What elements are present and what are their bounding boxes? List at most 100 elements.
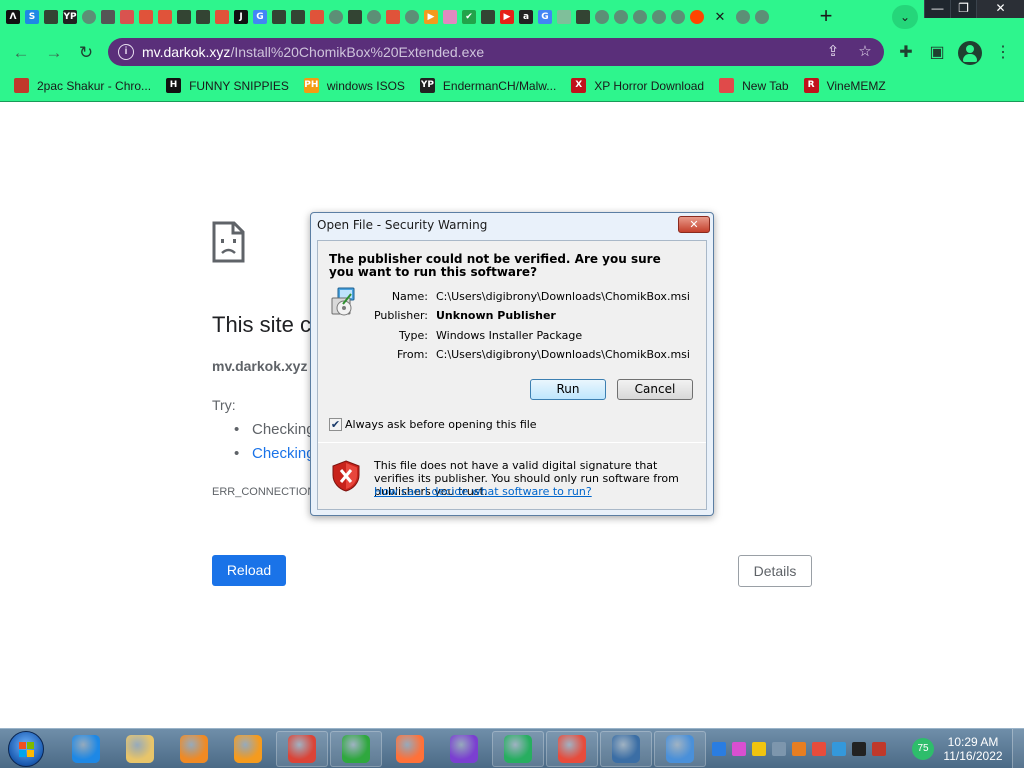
tab[interactable] [384,6,402,28]
bookmark-item[interactable]: H FUNNY SNIPPIES [166,78,289,93]
tab[interactable] [593,6,611,28]
new-tab-icon [719,78,735,93]
start-button[interactable] [8,731,44,767]
tab[interactable] [80,6,98,28]
tab[interactable] [555,6,573,28]
bookmark-item[interactable]: X XP Horror Download [571,78,704,93]
always-ask-checkbox[interactable]: ✔ [329,418,342,431]
share-icon[interactable]: ⇪ [824,43,842,61]
tab[interactable] [289,6,307,28]
side-panel-icon[interactable]: ▣ [926,42,948,64]
close-tab-icon[interactable]: ✕ [715,9,726,25]
tab[interactable] [631,6,649,28]
tab[interactable]: ▶ [422,6,440,28]
tab[interactable] [118,6,136,28]
tab[interactable] [194,6,212,28]
run-button[interactable]: Run [530,379,606,400]
dialog-close-button[interactable]: ✕ [678,216,710,233]
taskbar-app[interactable] [492,731,544,767]
tab[interactable] [688,6,706,28]
tab[interactable] [574,6,592,28]
clock[interactable]: 10:29 AM 11/16/2022 [938,735,1008,763]
taskbar-app[interactable] [384,731,436,767]
reload-page-button[interactable]: ↻ [75,42,97,64]
tab[interactable]: Λ [4,6,22,28]
tab[interactable] [612,6,630,28]
tray-search-icon[interactable] [792,742,806,756]
tab[interactable] [175,6,193,28]
extensions-icon[interactable]: ✚ [895,42,917,64]
tab[interactable]: ▶ [498,6,516,28]
tray-separator-icon[interactable] [772,742,786,756]
restore-button[interactable]: ❐ [950,0,976,18]
taskbar-app[interactable] [546,731,598,767]
tray-plus-icon[interactable] [752,742,766,756]
tray-record-icon[interactable] [852,742,866,756]
tab[interactable] [365,6,383,28]
taskbar-app[interactable] [222,731,274,767]
cancel-button[interactable]: Cancel [617,379,693,400]
tab[interactable] [346,6,364,28]
tab[interactable] [403,6,421,28]
taskbar-app[interactable] [168,731,220,767]
address-bar[interactable]: i mv.darkok.xyz/Install%20ChomikBox%20Ex… [108,38,884,66]
tab[interactable] [734,6,752,28]
help-link[interactable]: How can I decide what software to run? [374,485,592,498]
tray-badge[interactable]: 75 [912,738,934,760]
tab[interactable]: S [23,6,41,28]
tab[interactable]: ✔ [460,6,478,28]
tab[interactable]: J [232,6,250,28]
taskbar-app[interactable] [114,731,166,767]
tab[interactable]: G [536,6,554,28]
bookmark-item[interactable]: R VineMEMZ [803,78,886,93]
bookmark-item[interactable]: New Tab [719,78,789,93]
tab[interactable]: G [251,6,269,28]
taskbar-app[interactable] [276,731,328,767]
tab[interactable]: a [517,6,535,28]
bookmark-item[interactable]: YP EndermanCH/Malw... [419,78,556,93]
profile-avatar[interactable] [958,41,982,65]
tab[interactable] [213,6,231,28]
tab-active[interactable]: ✕ [707,6,733,28]
tab[interactable] [327,6,345,28]
tab[interactable] [42,6,60,28]
tray-network-icon[interactable] [872,742,886,756]
bookmark-item[interactable]: 2pac Shakur - Chro... [14,78,151,93]
new-tab-button[interactable]: + [814,5,838,29]
bookmark-star-icon[interactable]: ☆ [856,43,874,61]
tray-flag-icon[interactable] [812,742,826,756]
tab[interactable] [156,6,174,28]
site-info-icon[interactable]: i [118,44,134,60]
tray-monitor-icon[interactable] [832,742,846,756]
taskbar-app[interactable] [438,731,490,767]
forward-button[interactable]: → [43,42,65,64]
tab-search-button[interactable]: ⌄ [892,5,918,29]
tray-colorful-icon[interactable] [732,742,746,756]
tab[interactable] [650,6,668,28]
always-ask-label[interactable]: Always ask before opening this file [345,418,537,431]
tray-blue-icon[interactable] [712,742,726,756]
tab[interactable] [479,6,497,28]
tab[interactable] [669,6,687,28]
suggestion-link[interactable]: Checking [234,445,315,469]
taskbar-app[interactable] [330,731,382,767]
details-button[interactable]: Details [738,555,812,587]
tab[interactable] [99,6,117,28]
minimize-button[interactable]: — [924,0,950,18]
taskbar-app[interactable] [654,731,706,767]
tab[interactable]: YP [61,6,79,28]
taskbar-app[interactable] [600,731,652,767]
chrome-menu-icon[interactable]: ⋮ [992,42,1014,64]
close-window-button[interactable]: ✕ [976,0,1024,18]
tab[interactable] [137,6,155,28]
bookmark-item[interactable]: PH windows ISOS [303,78,405,93]
tab[interactable] [441,6,459,28]
back-button[interactable]: ← [10,42,32,64]
show-desktop-button[interactable] [1012,729,1024,769]
tab[interactable] [308,6,326,28]
reload-button[interactable]: Reload [212,555,286,586]
taskbar-app[interactable] [60,731,112,767]
tab[interactable] [270,6,288,28]
url-text[interactable]: mv.darkok.xyz/Install%20ChomikBox%20Exte… [142,44,484,60]
tab[interactable] [753,6,771,28]
